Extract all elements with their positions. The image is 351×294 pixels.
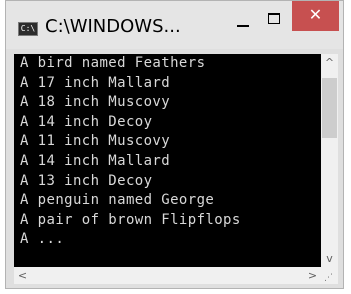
console-line: A 18 inch Muscovy <box>20 94 171 111</box>
scroll-right-icon[interactable]: > <box>304 267 321 284</box>
resize-grip-icon: ⋰ <box>324 273 333 283</box>
maximize-button[interactable] <box>259 1 289 31</box>
console-line: A 17 inch Mallard <box>20 74 171 91</box>
minimize-button[interactable] <box>228 1 258 31</box>
console-output[interactable]: A bird named Feathers A 17 inch Mallard … <box>14 54 321 267</box>
console-line: A 14 inch Decoy <box>20 113 153 130</box>
resize-corner[interactable]: ⋰ <box>321 267 338 284</box>
window-title: C:\WINDOWS... <box>45 16 181 37</box>
console-line: A pair of brown Flipflops <box>20 211 241 228</box>
close-button[interactable]: ✕ <box>292 1 339 31</box>
console-app-icon[interactable]: C:\ <box>18 22 38 36</box>
console-line: A bird named Feathers <box>20 55 206 71</box>
scroll-up-icon[interactable]: ^ <box>321 54 338 71</box>
scroll-left-icon[interactable]: < <box>14 267 31 284</box>
console-line: A penguin named George <box>20 192 215 209</box>
console-line: A 13 inch Decoy <box>20 172 153 189</box>
console-line: A 14 inch Mallard <box>20 152 171 169</box>
maximize-icon <box>268 13 280 24</box>
scroll-down-icon[interactable]: v <box>321 250 338 267</box>
console-window: C:\ C:\WINDOWS... ✕ A bird named Feather… <box>5 0 344 289</box>
console-line: A ... <box>20 231 65 248</box>
title-bar[interactable]: C:\ C:\WINDOWS... ✕ <box>6 1 343 49</box>
minimize-icon <box>237 25 249 27</box>
close-icon: ✕ <box>308 5 323 24</box>
horizontal-scrollbar[interactable]: < > <box>14 267 321 284</box>
console-line: A 11 inch Muscovy <box>20 133 171 150</box>
vertical-scroll-thumb[interactable] <box>322 78 337 138</box>
vertical-scrollbar[interactable]: ^ v <box>321 54 338 267</box>
